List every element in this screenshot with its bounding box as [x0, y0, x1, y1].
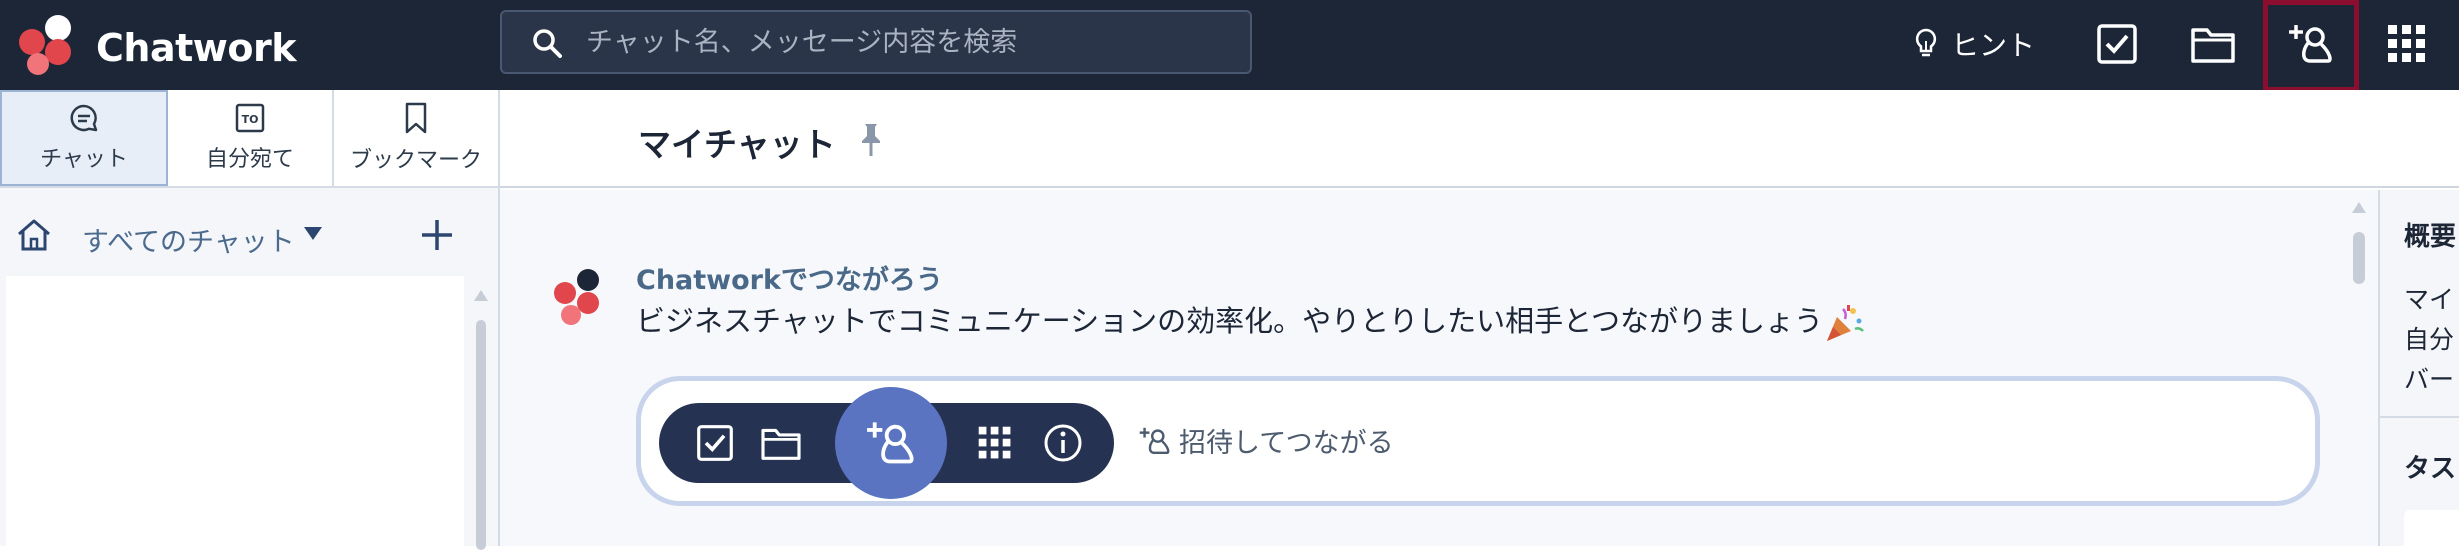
home-icon[interactable]	[16, 218, 52, 252]
add-contact-icon	[1139, 427, 1170, 454]
search-input[interactable]	[586, 22, 1226, 62]
chatwork-logo-mark	[19, 15, 71, 75]
room-info-panel: 概要 マイ 自分 バー タス	[2378, 190, 2459, 550]
overview-line: バー	[2404, 365, 2455, 394]
to-icon: TO	[235, 103, 265, 133]
scrollbar-thumb[interactable]	[2353, 232, 2365, 284]
message-body: ビジネスチャットでコミュニケーションの効率化。やりとりしたい相手とつながりましょ…	[636, 298, 1865, 343]
task-heading: タス	[2404, 454, 2457, 484]
chat-list-scrollbar[interactable]	[472, 290, 490, 550]
scroll-up-arrow[interactable]	[2352, 202, 2366, 213]
caret-down-icon[interactable]	[304, 227, 322, 241]
action-bar	[659, 387, 1114, 499]
lightbulb-icon	[1915, 28, 1937, 57]
scroll-up-arrow[interactable]	[474, 290, 488, 301]
hint-button[interactable]: ヒント	[1913, 20, 2035, 68]
tab-to-me-label: 自分宛て	[205, 147, 294, 172]
task-icon	[697, 425, 733, 461]
add-contact-icon	[867, 422, 914, 464]
hint-label: ヒント	[1951, 29, 2036, 62]
chatwork-avatar	[554, 269, 599, 325]
add-contact-shortcut-button[interactable]	[835, 387, 947, 499]
left-sidebar: チャット TO 自分宛て ブックマーク すべてのチャット	[0, 90, 500, 550]
task-card[interactable]	[2404, 510, 2459, 550]
bookmark-icon	[405, 102, 427, 134]
divider	[2380, 416, 2459, 418]
party-popper-icon	[1826, 305, 1864, 341]
tab-chat-label: チャット	[40, 147, 128, 172]
add-chat-icon[interactable]	[420, 218, 454, 252]
message-text: ビジネスチャットでコミュニケーションの効率化。やりとりしたい相手とつながりましょ…	[636, 304, 1823, 338]
tab-bookmark-label: ブックマーク	[349, 148, 482, 173]
to-icon-text: TO	[242, 113, 259, 126]
room-title: マイチャット	[638, 125, 836, 164]
connect-action-card: 招待してつながる	[636, 376, 2320, 506]
search-box[interactable]	[500, 10, 1252, 74]
chat-filter-row: すべてのチャット	[0, 200, 498, 268]
overview-line: 自分	[2404, 325, 2455, 354]
file-shortcut-button[interactable]	[757, 419, 805, 467]
highlight-frame	[2263, 0, 2359, 92]
message-timeline: Chatworkでつながろう ビジネスチャットでコミュニケーションの効率化。やり…	[500, 190, 2378, 546]
top-header: Chatwork ヒント	[0, 0, 2459, 90]
timeline-scrollbar[interactable]	[2348, 202, 2370, 546]
task-shortcut-button[interactable]	[691, 419, 739, 467]
message-sender: Chatworkでつながろう	[636, 265, 943, 296]
apps-grid-button[interactable]	[2382, 19, 2432, 69]
room-header: マイチャット	[500, 90, 2459, 188]
brand-name: Chatwork	[96, 26, 296, 70]
tab-chat[interactable]: チャット	[0, 90, 168, 186]
invite-link[interactable]: 招待してつながる	[1139, 421, 1394, 460]
overview-line: マイ	[2404, 285, 2455, 314]
chat-bubble-icon	[70, 104, 98, 132]
sidebar-tabs: チャット TO 自分宛て ブックマーク	[0, 90, 498, 188]
task-button[interactable]	[2092, 19, 2142, 69]
apps-shortcut-button[interactable]	[971, 419, 1019, 467]
scrollbar-thumb[interactable]	[476, 320, 486, 550]
info-shortcut-button[interactable]	[1039, 419, 1087, 467]
task-icon	[2097, 24, 2137, 64]
info-icon	[1044, 424, 1082, 462]
file-icon	[2191, 28, 2235, 63]
file-icon	[761, 428, 801, 460]
tab-to-me[interactable]: TO 自分宛て	[168, 90, 334, 186]
tab-bookmark[interactable]: ブックマーク	[334, 90, 498, 186]
chatwork-logo[interactable]: Chatwork	[14, 12, 296, 78]
file-button[interactable]	[2188, 19, 2238, 69]
chat-filter-dropdown[interactable]: すべてのチャット	[82, 220, 295, 259]
search-icon	[533, 29, 562, 58]
overview-description: マイ 自分 バー	[2404, 280, 2454, 400]
overview-heading: 概要	[2404, 222, 2457, 252]
pin-icon[interactable]	[856, 122, 886, 158]
apps-grid-icon	[2388, 25, 2425, 62]
apps-grid-icon	[978, 426, 1011, 459]
invite-label: 招待してつながる	[1179, 428, 1394, 459]
chat-list	[6, 276, 464, 546]
